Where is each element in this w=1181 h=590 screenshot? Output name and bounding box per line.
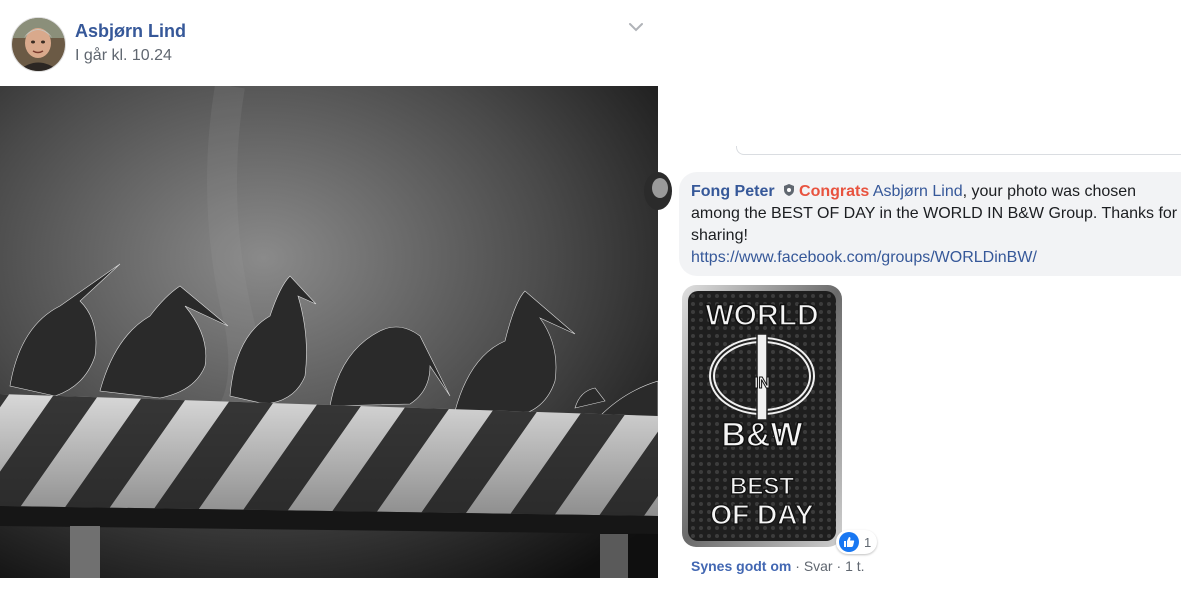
shield-badge-icon — [782, 182, 796, 196]
badge-line-in: IN — [754, 375, 770, 392]
comment-bubble: Fong Peter Congrats Asbjørn Lind, your p… — [679, 172, 1181, 276]
comment-actions: Synes godt om · Svar · 1 t. — [691, 558, 865, 574]
reply-thread-line — [736, 146, 1181, 155]
post-photo[interactable] — [0, 83, 659, 578]
action-separator: · — [791, 558, 804, 574]
author-name[interactable]: Asbjørn Lind — [75, 21, 186, 42]
reaction-count: 1 — [864, 534, 872, 550]
commenter-avatar[interactable] — [644, 172, 672, 210]
congrats-label: Congrats — [799, 183, 870, 200]
badge-line-bw: B&W — [721, 416, 803, 454]
post-header: Asbjørn Lind I går kl. 10.24 — [0, 0, 658, 86]
commenter-name[interactable]: Fong Peter — [691, 183, 775, 200]
action-separator: · — [832, 558, 846, 574]
badge-line-world: WORLD — [705, 299, 818, 332]
post: Asbjørn Lind I går kl. 10.24 — [0, 0, 659, 590]
best-of-day-badge-image[interactable]: WORLD IN B&W BEST OF DAY — [681, 284, 843, 548]
author-avatar[interactable] — [11, 17, 66, 72]
like-button[interactable]: Synes godt om — [691, 558, 791, 574]
post-timestamp[interactable]: I går kl. 10.24 — [75, 47, 172, 65]
mention-link[interactable]: Asbjørn Lind — [873, 183, 963, 200]
comment-section: Fong Peter Congrats Asbjørn Lind, your p… — [644, 0, 1181, 590]
badge-line-of-day: OF DAY — [710, 499, 814, 530]
comment-text: Fong Peter Congrats Asbjørn Lind, your p… — [691, 181, 1181, 269]
reply-button[interactable]: Svar — [804, 558, 833, 574]
comment-timestamp[interactable]: 1 t. — [845, 558, 864, 574]
chevron-down-icon[interactable] — [627, 18, 645, 36]
group-url-link[interactable]: https://www.facebook.com/groups/WORLDinB… — [691, 249, 1037, 266]
reaction-summary[interactable]: 1 — [836, 530, 878, 554]
badge-line-best: BEST — [730, 473, 794, 500]
like-icon — [839, 532, 859, 552]
